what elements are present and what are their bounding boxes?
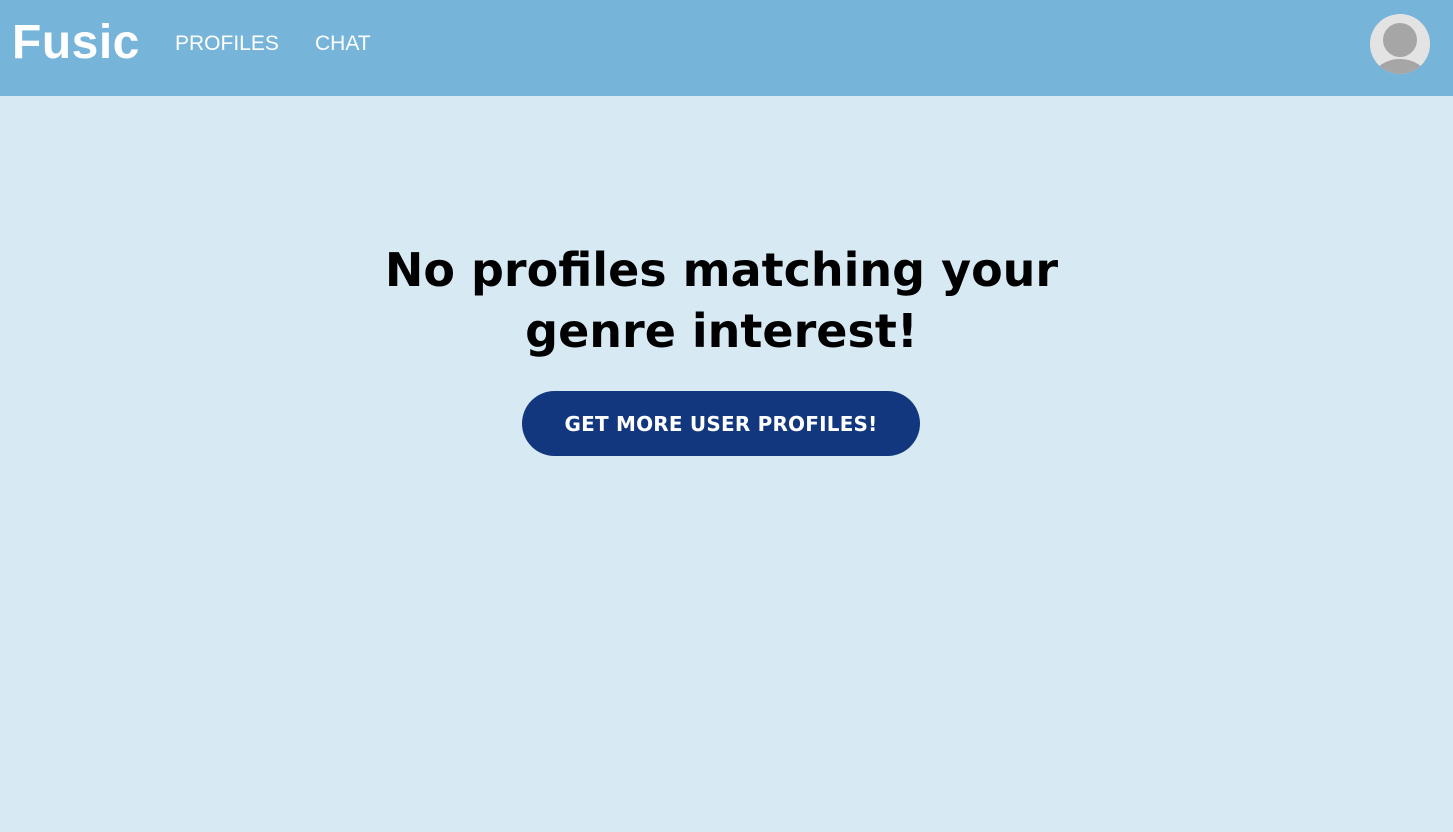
user-avatar-icon[interactable] xyxy=(1370,14,1430,74)
brand-logo[interactable]: Fusic xyxy=(12,14,140,72)
empty-state-heading: No profiles matching your genre interest… xyxy=(0,240,1443,362)
nav-chat-link[interactable]: CHAT xyxy=(315,30,371,58)
empty-state-heading-line-2: genre interest! xyxy=(525,304,918,358)
get-more-profiles-button[interactable]: GET MORE USER PROFILES! xyxy=(522,391,920,456)
nav-profiles-link[interactable]: PROFILES xyxy=(175,30,279,58)
avatar-silhouette-icon xyxy=(1370,14,1430,74)
empty-state-heading-line-1: No profiles matching your xyxy=(384,243,1059,297)
top-navbar: Fusic PROFILES CHAT xyxy=(0,0,1453,96)
